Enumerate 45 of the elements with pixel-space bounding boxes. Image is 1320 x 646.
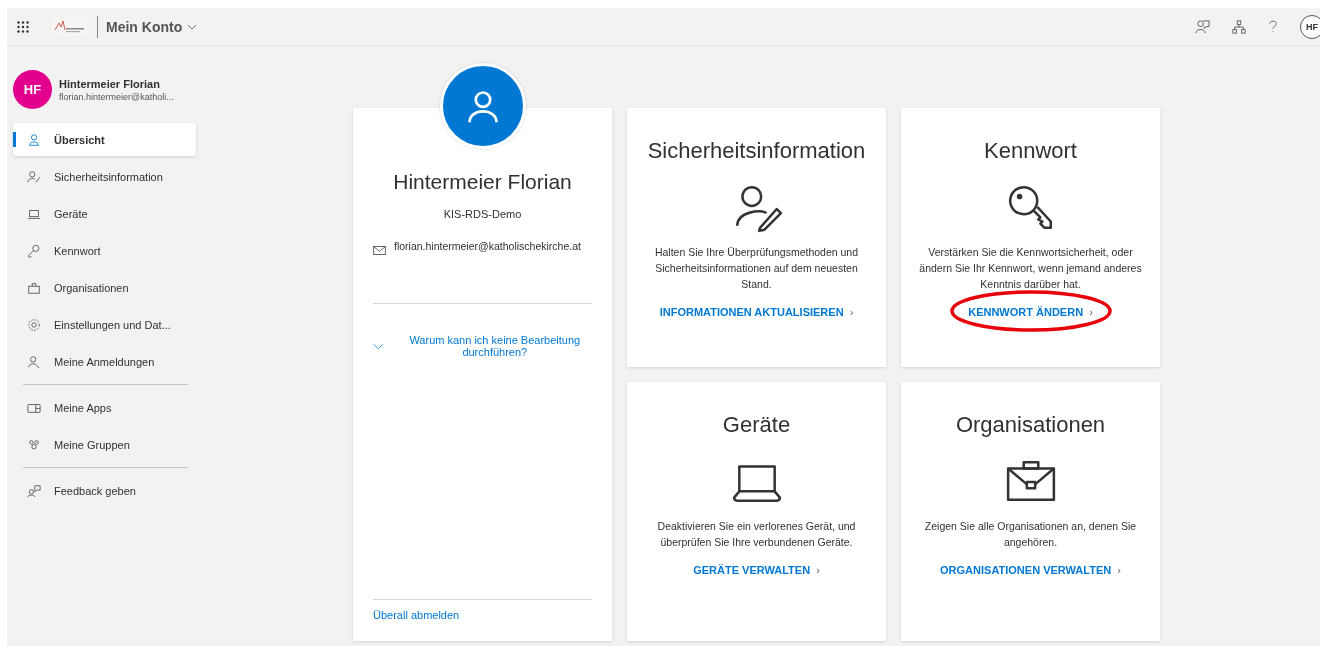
gear-icon <box>27 317 41 332</box>
tile-title: Sicherheitsinformation <box>647 138 866 164</box>
person-icon <box>27 132 41 147</box>
key-icon <box>27 243 41 258</box>
tile-title: Organisationen <box>955 412 1106 438</box>
nav-item[interactable]: Organisationen <box>13 271 196 304</box>
tile-link[interactable]: ORGANISATIONEN VERWALTEN › <box>940 564 1121 576</box>
nav-item[interactable]: Meine Gruppen <box>13 428 196 461</box>
nav-item[interactable]: Geräte <box>13 197 196 230</box>
bag-icon <box>27 280 41 295</box>
tile-description: Halten Sie Ihre Überprüfungsmethoden und Sicherheitsinformationen auf dem neuesten Stand. <box>653 245 860 292</box>
help-link[interactable]: Warum kann ich keine Bearbeitung durchführen? <box>397 334 592 358</box>
nav-item[interactable]: Übersicht <box>13 123 196 156</box>
chevron-down-icon <box>187 23 198 30</box>
user-avatar: HF <box>13 70 52 109</box>
user-email: florian.hintermeier@katholi... <box>59 91 174 102</box>
tile-title: Kennwort <box>984 138 1077 164</box>
tile-description: Verstärken Sie die Kennwortsicherheit, oder ändern Sie Ihr Kennwort, wenn jemand anderes Kenntnis darüber hat. <box>918 245 1143 292</box>
mail-icon <box>373 246 386 255</box>
chevron-down-icon <box>373 342 384 350</box>
nav-item[interactable]: Meine Anmeldungen <box>13 345 196 378</box>
feedback-icon[interactable] <box>1195 19 1210 34</box>
nav-item[interactable]: Kennwort <box>13 234 196 267</box>
nav-item[interactable]: Einstellungen und Dat... <box>13 308 196 341</box>
tile-title: Geräte <box>722 412 791 438</box>
tile-description: Deaktivieren Sie ein verlorenes Gerät, und überprüfen Sie Ihre verbundenen Geräte. <box>656 519 857 550</box>
organization-name: KIS-RDS-Demo <box>443 208 522 220</box>
app-launcher-icon[interactable] <box>17 20 29 33</box>
person-pen-icon <box>27 169 41 184</box>
account-avatar[interactable]: HF <box>1300 14 1320 39</box>
tile-link[interactable]: INFORMATIONEN AKTUALISIEREN › <box>659 306 854 318</box>
help-icon[interactable] <box>1268 19 1278 34</box>
group-icon <box>27 437 41 452</box>
nav-item[interactable]: Meine Apps <box>13 391 196 424</box>
sign-out-link[interactable]: Überall abmelden <box>373 609 460 621</box>
organization-chart-icon[interactable] <box>1232 19 1246 34</box>
tile-link[interactable]: GERÄTE VERWALTEN › <box>693 564 820 576</box>
nav-item[interactable]: Feedback geben <box>13 474 196 507</box>
profile-name: Hintermeier Florian <box>393 170 572 194</box>
profile-email: florian.hintermeier@katholischekirche.at <box>394 240 581 253</box>
tile-description: Zeigen Sie alle Organisationen an, denen Sie angehören. <box>923 519 1138 550</box>
nav-item[interactable]: Sicherheitsinformation <box>13 160 196 193</box>
user-name: Hintermeier Florian <box>59 77 161 90</box>
account-menu-button[interactable]: Mein Konto <box>106 18 198 35</box>
feedback-icon <box>27 483 41 498</box>
